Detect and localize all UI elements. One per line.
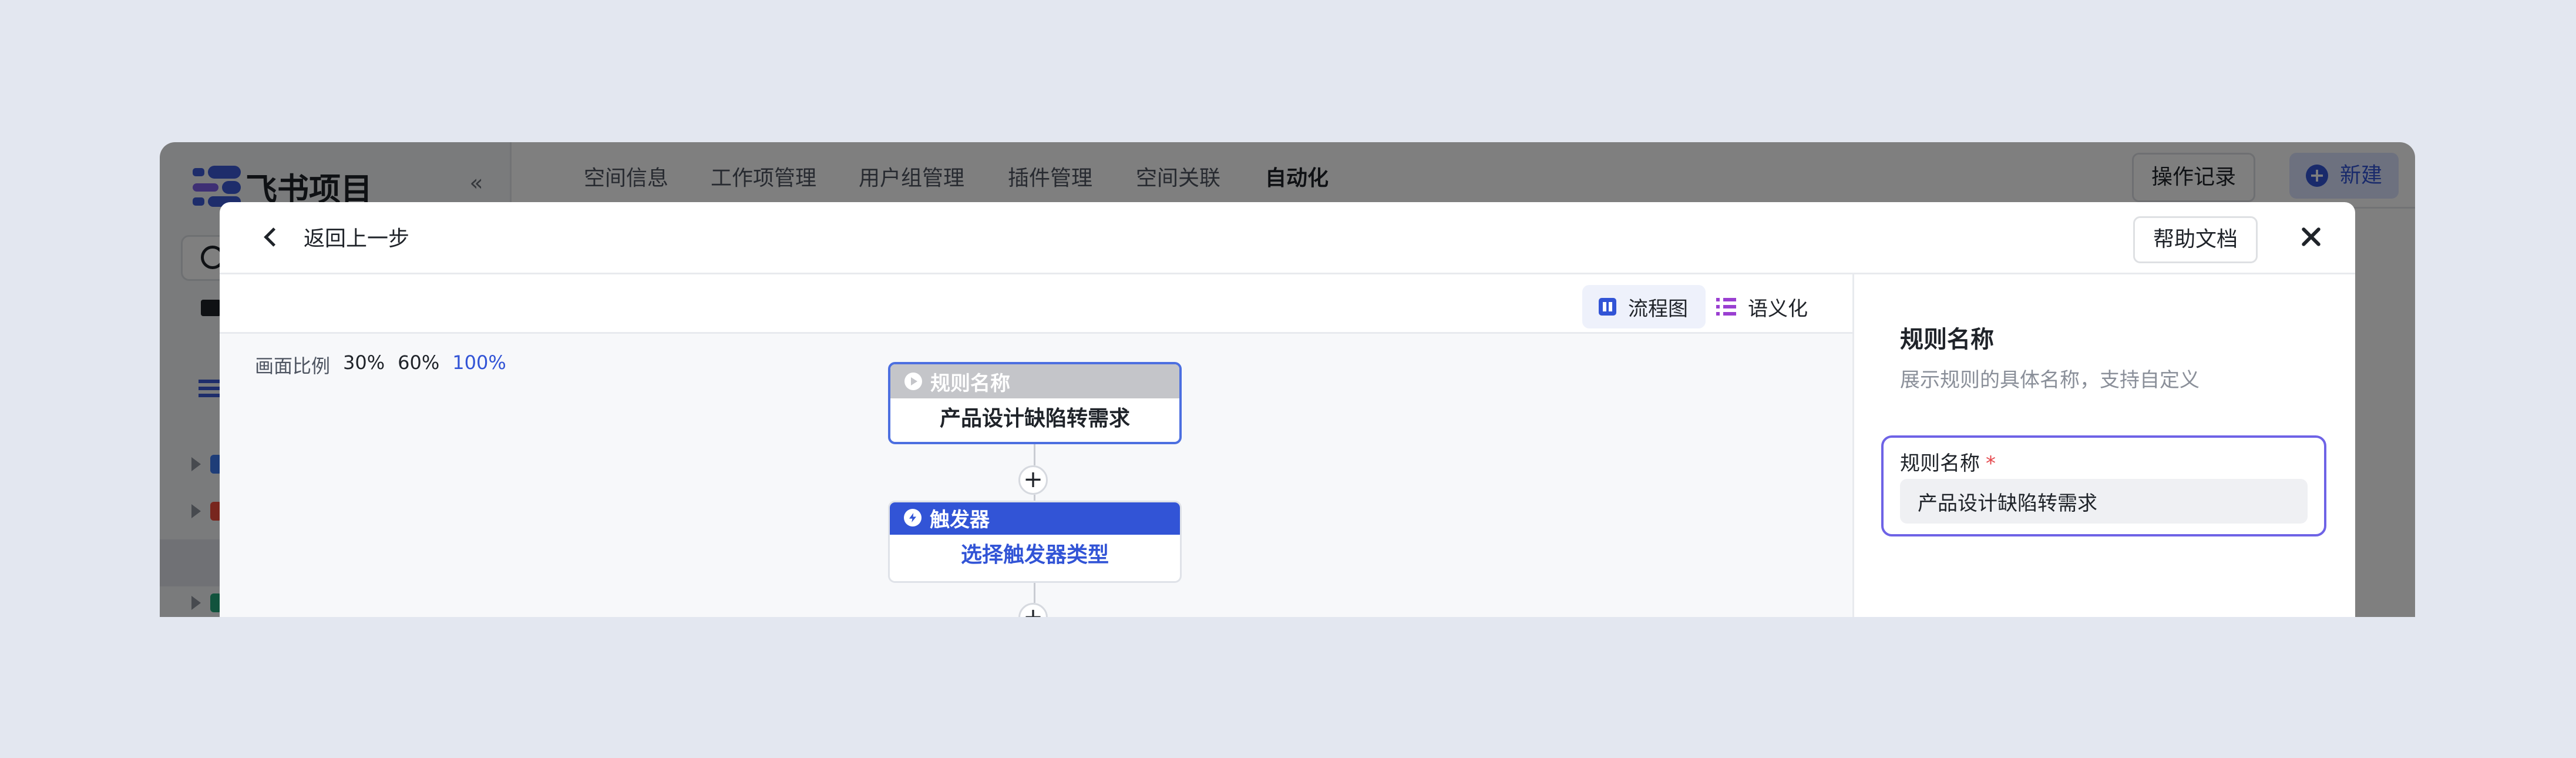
help-docs-button[interactable]: 帮助文档 <box>2133 216 2258 263</box>
semantic-label: 语义化 <box>1748 297 1808 321</box>
zoom-label: 画面比例 <box>255 355 331 377</box>
rule-settings-panel: 规则名称 展示规则的具体名称，支持自定义 规则名称 * <box>1852 274 2355 617</box>
close-icon[interactable] <box>2296 222 2326 251</box>
required-mark: * <box>1986 452 1996 475</box>
trigger-node-header: 触发器 <box>890 502 1180 535</box>
panel-title: 规则名称 <box>1900 326 1994 353</box>
rule-name-field-card: 规则名称 * <box>1881 435 2326 536</box>
connector-line <box>1034 444 1035 465</box>
trigger-node-title: 触发器 <box>930 508 990 532</box>
chevron-left-icon <box>264 227 283 247</box>
modal-header: 返回上一步 帮助文档 <box>220 202 2355 274</box>
rule-name-node-title: 规则名称 <box>930 371 1010 395</box>
list-bullet-icon <box>1716 298 1736 316</box>
add-step-button[interactable]: + <box>1018 465 1048 495</box>
rule-name-node-header: 规则名称 <box>890 364 1179 398</box>
zoom-bar: 画面比例 30% 60% 100% <box>255 351 506 378</box>
zoom-100[interactable]: 100% <box>452 351 506 378</box>
lightning-icon <box>904 509 922 526</box>
flowchart-label: 流程图 <box>1628 297 1688 321</box>
flow-canvas[interactable]: 画面比例 30% 60% 100% 规则名称 产品设计缺陷转需求 + 触发器 选… <box>220 334 1852 617</box>
rule-name-field-label: 规则名称 * <box>1900 447 1996 476</box>
flowchart-view-button[interactable]: 流程图 <box>1582 285 1706 328</box>
play-icon <box>904 373 922 390</box>
back-button[interactable]: 返回上一步 <box>262 222 409 251</box>
trigger-node-value[interactable]: 选择触发器类型 <box>890 535 1180 576</box>
connector-line <box>1034 583 1035 603</box>
trigger-node[interactable]: 触发器 选择触发器类型 <box>888 501 1182 583</box>
automation-rule-modal: 返回上一步 帮助文档 流程图 语义化 画面比例 30% 60% 100% 规则名… <box>220 202 2355 617</box>
zoom-30[interactable]: 30% <box>343 351 385 378</box>
rule-name-node[interactable]: 规则名称 产品设计缺陷转需求 <box>888 362 1182 444</box>
semantic-view-button[interactable]: 语义化 <box>1700 285 1825 328</box>
view-toolbar: 流程图 语义化 <box>220 274 1852 334</box>
back-label: 返回上一步 <box>304 227 410 251</box>
flowchart-icon <box>1599 298 1616 316</box>
field-label-text: 规则名称 <box>1900 452 1980 475</box>
panel-description: 展示规则的具体名称，支持自定义 <box>1900 368 2200 392</box>
zoom-60[interactable]: 60% <box>398 351 439 378</box>
rule-name-node-value: 产品设计缺陷转需求 <box>939 407 1130 431</box>
add-step-button[interactable]: + <box>1018 603 1048 617</box>
rule-name-input[interactable] <box>1900 479 2308 524</box>
